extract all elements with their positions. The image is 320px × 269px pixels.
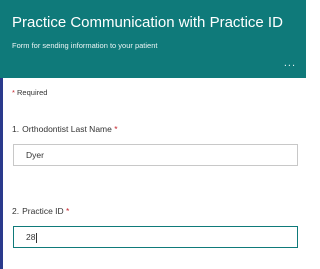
required-asterisk: * [12,88,15,97]
form-header: Practice Communication with Practice ID … [0,0,306,78]
required-note-text: Required [17,88,48,97]
question-1-text: Orthodontist Last Name [22,124,112,134]
question-1-required-asterisk: * [114,124,118,134]
question-2-label: 2. Practice ID * [12,206,69,216]
question-2-required-asterisk: * [66,206,70,216]
orthodontist-last-name-field[interactable]: Dyer [13,144,298,166]
question-1-number: 1. [12,124,20,134]
question-2-text: Practice ID [22,206,64,216]
practice-id-value: 28 [26,232,36,242]
text-cursor [36,232,38,243]
practice-id-field[interactable]: 28 [13,226,298,248]
form-subtitle: Form for sending information to your pat… [12,41,158,50]
required-note: * Required [12,88,47,97]
question-1-label: 1. Orthodontist Last Name * [12,124,118,134]
orthodontist-last-name-value: Dyer [26,150,44,160]
more-options-button[interactable]: ... [284,58,296,69]
form-title: Practice Communication with Practice ID [12,14,283,31]
question-2-number: 2. [12,206,20,216]
left-accent-rule [0,78,3,269]
